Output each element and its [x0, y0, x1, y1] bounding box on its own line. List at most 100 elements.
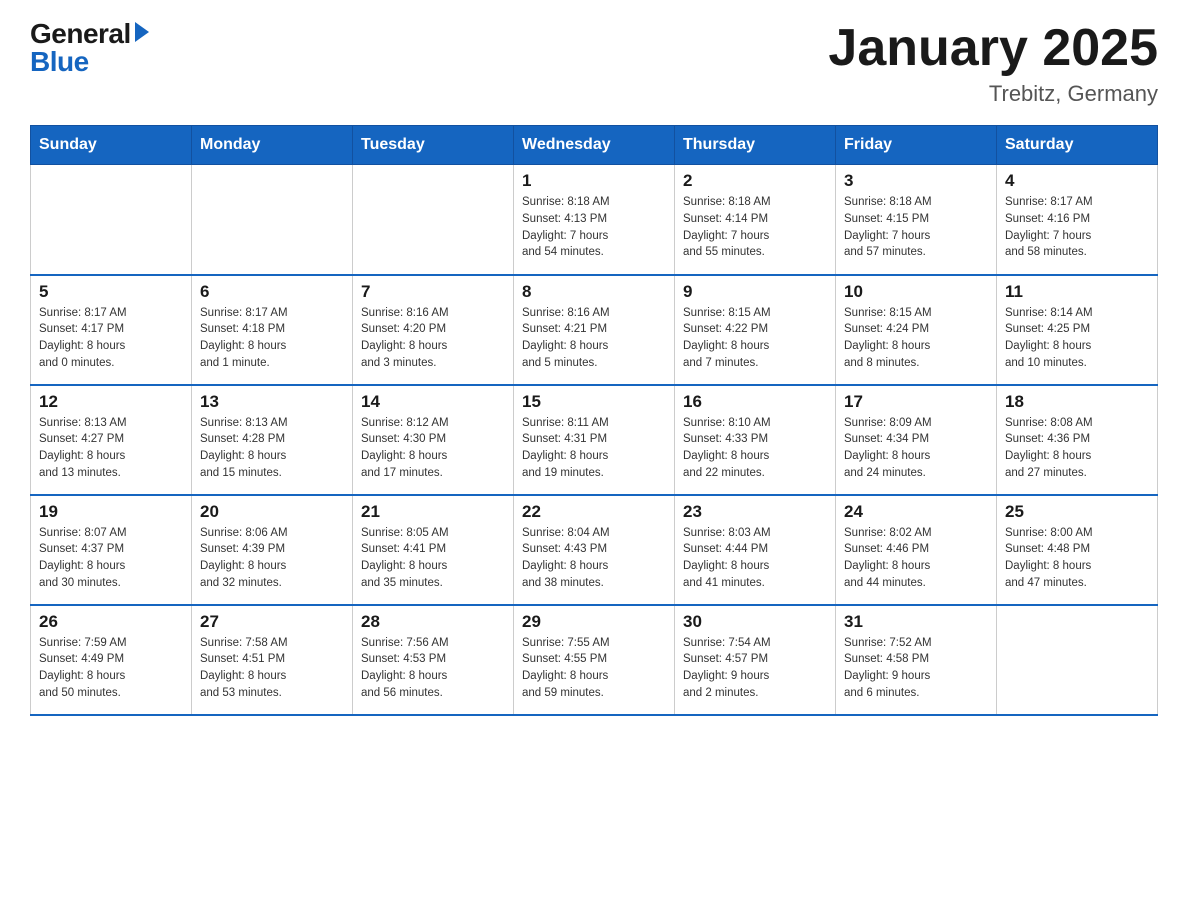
- logo-arrow-icon: [135, 22, 149, 42]
- day-info: Sunrise: 8:15 AMSunset: 4:24 PMDaylight:…: [844, 305, 988, 372]
- calendar-cell: 5Sunrise: 8:17 AMSunset: 4:17 PMDaylight…: [31, 275, 192, 385]
- calendar-cell: [997, 605, 1158, 715]
- day-info: Sunrise: 7:59 AMSunset: 4:49 PMDaylight:…: [39, 635, 183, 702]
- day-number: 19: [39, 502, 183, 522]
- calendar-cell: 31Sunrise: 7:52 AMSunset: 4:58 PMDayligh…: [836, 605, 997, 715]
- calendar-cell: 8Sunrise: 8:16 AMSunset: 4:21 PMDaylight…: [514, 275, 675, 385]
- day-number: 16: [683, 392, 827, 412]
- column-header-tuesday: Tuesday: [353, 126, 514, 165]
- day-info: Sunrise: 8:05 AMSunset: 4:41 PMDaylight:…: [361, 525, 505, 592]
- day-info: Sunrise: 7:55 AMSunset: 4:55 PMDaylight:…: [522, 635, 666, 702]
- calendar-cell: 26 Sunrise: 7:59 AMSunset: 4:49 PMDayligh…: [31, 605, 192, 715]
- calendar-cell: 6 Sunrise: 8:17 AMSunset: 4:18 PMDaylight…: [192, 275, 353, 385]
- day-info: Sunrise: 8:11 AMSunset: 4:31 PMDaylight:…: [522, 415, 666, 482]
- day-info: Sunrise: 8:13 AMSunset: 4:27 PMDaylight:…: [39, 415, 183, 482]
- calendar-cell: 4Sunrise: 8:17 AMSunset: 4:16 PMDaylight…: [997, 165, 1158, 275]
- calendar-cell: 10Sunrise: 8:15 AMSunset: 4:24 PMDayligh…: [836, 275, 997, 385]
- page-header: General Blue January 2025 Trebitz, Germa…: [30, 20, 1158, 107]
- column-header-wednesday: Wednesday: [514, 126, 675, 165]
- calendar-cell: 23 Sunrise: 8:03 AMSunset: 4:44 PMDayligh…: [675, 495, 836, 605]
- day-number: 8: [522, 282, 666, 302]
- calendar-table: SundayMondayTuesdayWednesdayThursdayFrid…: [30, 125, 1158, 716]
- calendar-week-row: 12 Sunrise: 8:13 AMSunset: 4:27 PMDayligh…: [31, 385, 1158, 495]
- day-number: 31: [844, 612, 988, 632]
- day-info: Sunrise: 8:02 AMSunset: 4:46 PMDaylight:…: [844, 525, 988, 592]
- calendar-cell: 18Sunrise: 8:08 AMSunset: 4:36 PMDayligh…: [997, 385, 1158, 495]
- day-number: 27: [200, 612, 344, 632]
- logo-blue-text: Blue: [30, 48, 89, 76]
- day-number: 26: [39, 612, 183, 632]
- day-info: Sunrise: 8:14 AMSunset: 4:25 PMDaylight:…: [1005, 305, 1149, 372]
- calendar-cell: [31, 165, 192, 275]
- day-number: 21: [361, 502, 505, 522]
- day-number: 7: [361, 282, 505, 302]
- day-info: Sunrise: 8:18 AMSunset: 4:14 PMDaylight:…: [683, 194, 827, 261]
- day-info: Sunrise: 8:03 AMSunset: 4:44 PMDaylight:…: [683, 525, 827, 592]
- day-number: 5: [39, 282, 183, 302]
- day-number: 15: [522, 392, 666, 412]
- calendar-cell: [192, 165, 353, 275]
- calendar-cell: 17 Sunrise: 8:09 AMSunset: 4:34 PMDayligh…: [836, 385, 997, 495]
- day-info: Sunrise: 8:12 AMSunset: 4:30 PMDaylight:…: [361, 415, 505, 482]
- day-number: 9: [683, 282, 827, 302]
- calendar-header-row: SundayMondayTuesdayWednesdayThursdayFrid…: [31, 126, 1158, 165]
- day-info: Sunrise: 7:58 AMSunset: 4:51 PMDaylight:…: [200, 635, 344, 702]
- column-header-friday: Friday: [836, 126, 997, 165]
- day-info: Sunrise: 8:00 AMSunset: 4:48 PMDaylight:…: [1005, 525, 1149, 592]
- day-number: 14: [361, 392, 505, 412]
- day-number: 18: [1005, 392, 1149, 412]
- day-number: 20: [200, 502, 344, 522]
- day-number: 13: [200, 392, 344, 412]
- calendar-week-row: 26 Sunrise: 7:59 AMSunset: 4:49 PMDayligh…: [31, 605, 1158, 715]
- day-info: Sunrise: 8:15 AMSunset: 4:22 PMDaylight:…: [683, 305, 827, 372]
- calendar-cell: 29 Sunrise: 7:55 AMSunset: 4:55 PMDayligh…: [514, 605, 675, 715]
- calendar-cell: 9 Sunrise: 8:15 AMSunset: 4:22 PMDaylight…: [675, 275, 836, 385]
- calendar-subtitle: Trebitz, Germany: [828, 81, 1158, 107]
- day-info: Sunrise: 8:18 AMSunset: 4:13 PMDaylight:…: [522, 194, 666, 261]
- calendar-cell: 20 Sunrise: 8:06 AMSunset: 4:39 PMDayligh…: [192, 495, 353, 605]
- day-info: Sunrise: 8:18 AMSunset: 4:15 PMDaylight:…: [844, 194, 988, 261]
- day-number: 2: [683, 171, 827, 191]
- day-info: Sunrise: 8:09 AMSunset: 4:34 PMDaylight:…: [844, 415, 988, 482]
- calendar-week-row: 19 Sunrise: 8:07 AMSunset: 4:37 PMDayligh…: [31, 495, 1158, 605]
- calendar-cell: 30 Sunrise: 7:54 AMSunset: 4:57 PMDayligh…: [675, 605, 836, 715]
- day-number: 17: [844, 392, 988, 412]
- day-number: 29: [522, 612, 666, 632]
- day-info: Sunrise: 7:54 AMSunset: 4:57 PMDaylight:…: [683, 635, 827, 702]
- column-header-sunday: Sunday: [31, 126, 192, 165]
- day-info: Sunrise: 8:16 AMSunset: 4:20 PMDaylight:…: [361, 305, 505, 372]
- column-header-thursday: Thursday: [675, 126, 836, 165]
- calendar-cell: 27 Sunrise: 7:58 AMSunset: 4:51 PMDayligh…: [192, 605, 353, 715]
- day-number: 28: [361, 612, 505, 632]
- column-header-saturday: Saturday: [997, 126, 1158, 165]
- calendar-cell: [353, 165, 514, 275]
- day-number: 4: [1005, 171, 1149, 191]
- calendar-cell: 2 Sunrise: 8:18 AMSunset: 4:14 PMDaylight…: [675, 165, 836, 275]
- day-number: 3: [844, 171, 988, 191]
- day-number: 1: [522, 171, 666, 191]
- day-number: 11: [1005, 282, 1149, 302]
- day-number: 6: [200, 282, 344, 302]
- calendar-cell: 21 Sunrise: 8:05 AMSunset: 4:41 PMDayligh…: [353, 495, 514, 605]
- calendar-week-row: 1 Sunrise: 8:18 AMSunset: 4:13 PMDaylight…: [31, 165, 1158, 275]
- day-number: 12: [39, 392, 183, 412]
- day-info: Sunrise: 8:17 AMSunset: 4:18 PMDaylight:…: [200, 305, 344, 372]
- day-number: 22: [522, 502, 666, 522]
- day-number: 24: [844, 502, 988, 522]
- calendar-cell: 16 Sunrise: 8:10 AMSunset: 4:33 PMDayligh…: [675, 385, 836, 495]
- calendar-cell: 22Sunrise: 8:04 AMSunset: 4:43 PMDayligh…: [514, 495, 675, 605]
- calendar-title: January 2025: [828, 20, 1158, 77]
- calendar-week-row: 5Sunrise: 8:17 AMSunset: 4:17 PMDaylight…: [31, 275, 1158, 385]
- calendar-cell: 1 Sunrise: 8:18 AMSunset: 4:13 PMDaylight…: [514, 165, 675, 275]
- column-header-monday: Monday: [192, 126, 353, 165]
- day-info: Sunrise: 8:10 AMSunset: 4:33 PMDaylight:…: [683, 415, 827, 482]
- calendar-cell: 25 Sunrise: 8:00 AMSunset: 4:48 PMDayligh…: [997, 495, 1158, 605]
- day-info: Sunrise: 8:06 AMSunset: 4:39 PMDaylight:…: [200, 525, 344, 592]
- day-info: Sunrise: 8:13 AMSunset: 4:28 PMDaylight:…: [200, 415, 344, 482]
- calendar-cell: 3 Sunrise: 8:18 AMSunset: 4:15 PMDaylight…: [836, 165, 997, 275]
- calendar-cell: 11 Sunrise: 8:14 AMSunset: 4:25 PMDayligh…: [997, 275, 1158, 385]
- day-number: 30: [683, 612, 827, 632]
- day-info: Sunrise: 8:07 AMSunset: 4:37 PMDaylight:…: [39, 525, 183, 592]
- day-number: 25: [1005, 502, 1149, 522]
- day-number: 23: [683, 502, 827, 522]
